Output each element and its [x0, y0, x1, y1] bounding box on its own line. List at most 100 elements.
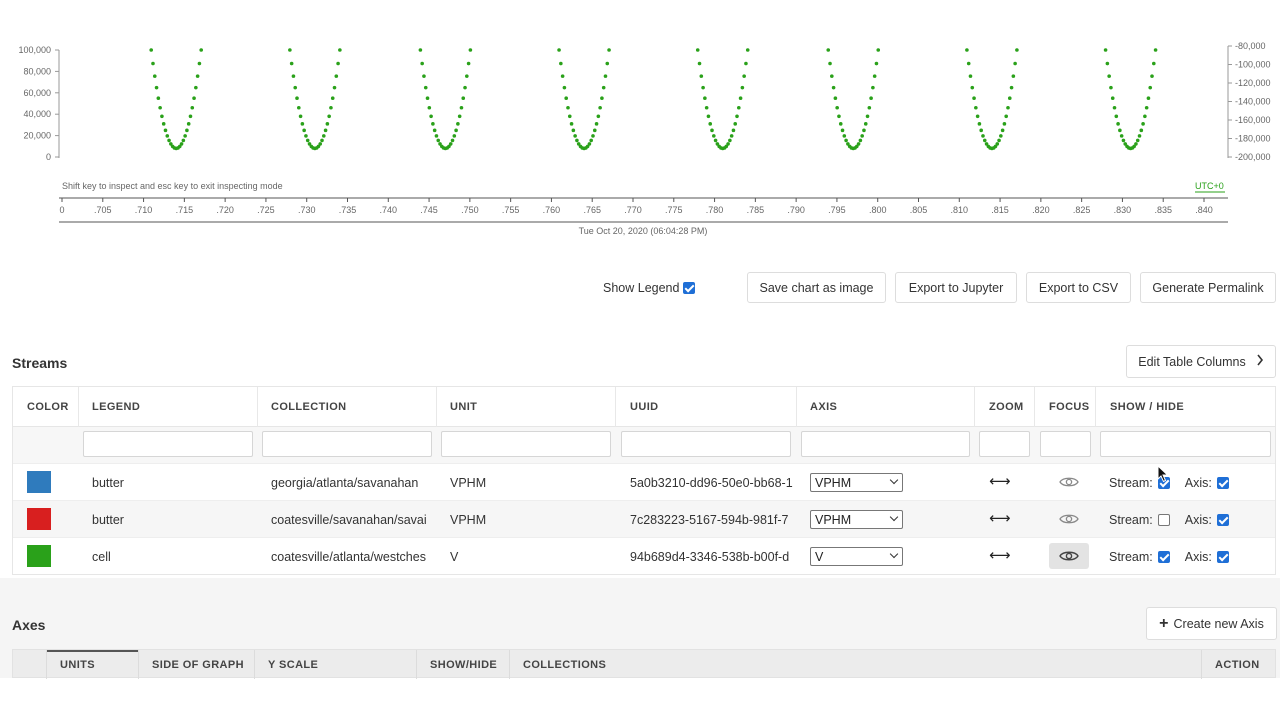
column-header-collection[interactable]: COLLECTION [258, 387, 437, 427]
data-point [1121, 138, 1126, 143]
uuid-filter-input[interactable] [621, 431, 791, 457]
collection-filter-input[interactable] [262, 431, 432, 457]
legend-filter-input[interactable] [83, 431, 253, 457]
edit-table-columns-button[interactable]: Edit Table Columns [1126, 345, 1276, 378]
table-row[interactable]: butter coatesville/savanahan/savai VPHM … [13, 500, 1275, 537]
column-header-y-scale[interactable]: Y SCALE [268, 650, 318, 679]
data-point [844, 138, 848, 143]
column-header-focus[interactable]: FOCUS [1035, 387, 1096, 427]
data-point [1009, 85, 1014, 90]
axis-select[interactable]: V [810, 547, 903, 566]
zoom-icon[interactable]: ⟷ [989, 509, 1011, 527]
column-header-legend[interactable]: LEGEND [79, 387, 258, 427]
time-tick-label: .775 [665, 205, 683, 215]
stream-collection: coatesville/savanahan/savai [271, 512, 427, 527]
axis-visible-checkbox[interactable] [1216, 513, 1229, 526]
data-point [596, 114, 601, 119]
time-axis-date: Tue Oct 20, 2020 (06:04:28 PM) [579, 226, 708, 236]
stream-color-swatch[interactable] [27, 545, 51, 567]
right-y-axis: -80,000 -100,000 -120,000 -140,000 -160,000 -… [1227, 41, 1271, 162]
data-point [981, 134, 985, 138]
column-header-zoom[interactable]: ZOOM [975, 387, 1035, 427]
focus-button[interactable] [1049, 469, 1089, 495]
data-point [1148, 85, 1153, 90]
axis-select[interactable]: VPHM [810, 510, 903, 529]
axis-filter-input[interactable] [801, 431, 970, 457]
unit-filter-input[interactable] [441, 431, 611, 457]
focus-button[interactable] [1049, 543, 1089, 569]
data-point [569, 122, 574, 126]
column-header-collections[interactable]: COLLECTIONS [523, 650, 606, 679]
data-point [288, 48, 292, 52]
data-point [704, 105, 709, 110]
stream-visible-checkbox[interactable] [1157, 550, 1170, 563]
data-point [163, 128, 168, 133]
zoom-icon[interactable]: ⟷ [989, 546, 1011, 564]
show-hide-filter-input[interactable] [1100, 431, 1271, 457]
data-point [293, 85, 298, 90]
axis-select[interactable]: VPHM [810, 473, 903, 492]
zoom-filter-input[interactable] [979, 431, 1030, 457]
save-chart-image-button[interactable]: Save chart as image [747, 272, 886, 303]
data-point [167, 138, 171, 143]
data-point [995, 142, 1000, 146]
focus-filter-input[interactable] [1040, 431, 1091, 457]
show-legend-toggle[interactable]: Show Legend [603, 281, 696, 295]
right-axis-tick-label: -200,000 [1235, 152, 1271, 162]
zoom-icon[interactable]: ⟷ [989, 472, 1011, 490]
table-row[interactable]: butter georgia/atlanta/savanahan VPHM 5a… [13, 463, 1275, 500]
axis-visible-checkbox[interactable] [1216, 476, 1229, 489]
data-point [742, 74, 746, 78]
data-point [833, 96, 838, 101]
plus-icon: + [1159, 614, 1169, 632]
column-header-action[interactable]: ACTION [1215, 650, 1260, 679]
column-header-units[interactable]: UNITS [60, 650, 95, 679]
data-point [999, 134, 1003, 138]
create-axis-button[interactable]: + Create new Axis [1146, 607, 1277, 640]
column-header-color[interactable]: COLOR [13, 387, 79, 427]
column-header-uuid[interactable]: UUID [616, 387, 797, 427]
data-point [1114, 114, 1119, 119]
stream-color-swatch[interactable] [27, 508, 51, 530]
time-tick-label: .815 [991, 205, 1009, 215]
data-point [699, 74, 704, 78]
data-point [195, 74, 200, 78]
data-point [456, 122, 460, 126]
column-header-axis[interactable]: AXIS [797, 387, 975, 427]
column-header-side-of-graph[interactable]: SIDE OF GRAPH [152, 650, 244, 679]
axis-visible-checkbox[interactable] [1216, 550, 1229, 563]
show-legend-checkbox[interactable] [683, 282, 696, 294]
data-point [461, 96, 466, 101]
mouse-cursor-icon [1157, 465, 1169, 483]
timeseries-chart[interactable]: 0 20,000 40,000 60,000 80,000 100,000 -80,000… [0, 36, 1280, 246]
timezone-label[interactable]: UTC+0 [1195, 181, 1224, 191]
column-header-show-hide[interactable]: SHOW / HIDE [1096, 387, 1277, 427]
data-point [745, 48, 750, 52]
data-point [320, 138, 324, 143]
data-point [867, 105, 872, 110]
data-point [856, 142, 861, 146]
table-row[interactable]: cell coatesville/atlanta/westches V 94b6… [13, 537, 1275, 574]
plot-area[interactable] [149, 48, 1158, 151]
data-point [336, 61, 340, 66]
focus-button[interactable] [1049, 506, 1089, 532]
eye-icon [1059, 477, 1079, 487]
stream-color-swatch[interactable] [27, 471, 51, 493]
generate-permalink-button[interactable]: Generate Permalink [1140, 272, 1276, 303]
stream-visible-checkbox[interactable] [1157, 513, 1170, 526]
data-point [1013, 61, 1017, 66]
eye-icon [1059, 514, 1079, 524]
show-hide-controls: Stream: Axis: [1109, 538, 1269, 575]
data-point [304, 134, 308, 138]
export-jupyter-button[interactable]: Export to Jupyter [895, 272, 1017, 303]
data-point [710, 128, 714, 133]
data-point [1134, 142, 1138, 146]
data-point [156, 96, 161, 101]
chevron-right-icon [1256, 354, 1264, 369]
data-point [559, 61, 563, 66]
column-header-unit[interactable]: UNIT [437, 387, 616, 427]
data-point [199, 48, 203, 52]
export-csv-button[interactable]: Export to CSV [1026, 272, 1131, 303]
right-axis-tick-label: -80,000 [1235, 41, 1266, 51]
column-header-show-hide[interactable]: SHOW/HIDE [430, 650, 497, 679]
